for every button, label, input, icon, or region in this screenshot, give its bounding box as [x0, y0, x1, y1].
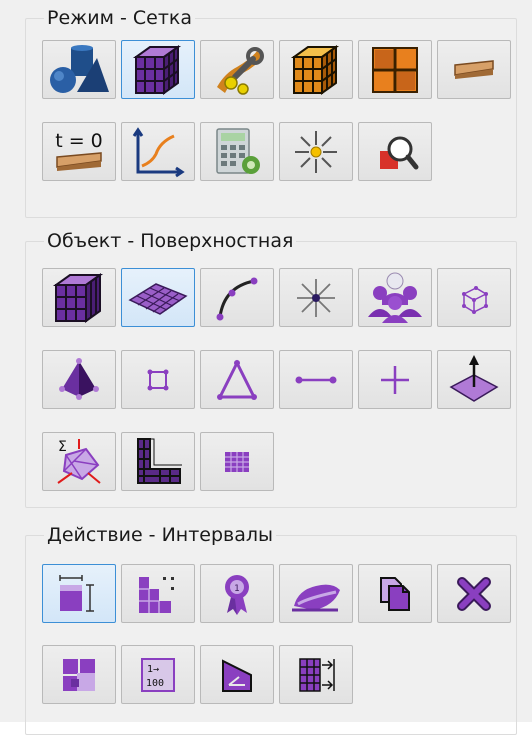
sun-burst-icon [295, 130, 337, 173]
group-object-button[interactable] [358, 268, 432, 327]
group-people-icon [368, 272, 422, 323]
node-star-icon [297, 278, 335, 317]
award-badge-icon: 1 [225, 574, 249, 615]
iron-smooth-icon [292, 584, 340, 611]
mesh-cube-icon [132, 44, 182, 95]
normal-direction-button[interactable] [437, 350, 511, 409]
initial-time-button[interactable]: t = 0 [42, 122, 116, 181]
award-button[interactable]: 1 [200, 564, 274, 623]
line-element-button[interactable] [279, 350, 353, 409]
quad-element-icon [147, 369, 169, 390]
stair-grid-icon [139, 576, 174, 613]
mesh-mode-button[interactable] [121, 40, 195, 99]
delete-button[interactable] [437, 564, 511, 623]
small-volume-button[interactable] [437, 268, 511, 327]
surface-mesh-icon [128, 282, 188, 315]
action-group-title: Действие - Интервалы [44, 524, 277, 546]
normal-arrow-icon [449, 354, 499, 402]
svg-text:1: 1 [234, 584, 240, 594]
interval-size-icon [59, 574, 94, 612]
tetrahedron-icon [59, 357, 99, 400]
beam-element-button[interactable] [437, 40, 511, 99]
tools-wrench-icon [217, 46, 264, 95]
triangle-element-icon [217, 359, 257, 400]
small-grid-icon [225, 451, 249, 472]
copy-pages-icon [380, 576, 410, 611]
curve-edge-icon [216, 277, 258, 320]
point-element-button[interactable] [358, 350, 432, 409]
node-object-button[interactable] [279, 268, 353, 327]
tri-element-button[interactable] [200, 350, 274, 409]
tetra-element-button[interactable] [42, 350, 116, 409]
corner-mesh-icon [137, 437, 182, 484]
copy-button[interactable] [358, 564, 432, 623]
quad-element-button[interactable] [121, 350, 195, 409]
split-block-icon [63, 658, 95, 691]
small-cube-icon [462, 285, 488, 314]
time-zero-label: t = 0 [55, 130, 103, 152]
surface-object-button[interactable] [121, 268, 195, 327]
inspect-button[interactable] [358, 122, 432, 181]
mode-group-title: Режим - Сетка [44, 7, 196, 29]
grid-arrows-icon [299, 657, 335, 692]
svg-text:Σ: Σ [58, 439, 67, 455]
split-block-button[interactable] [42, 645, 116, 704]
number-range-button[interactable]: 1→ 100 [121, 645, 195, 704]
stair-grid-button[interactable] [121, 564, 195, 623]
small-grid-button[interactable] [200, 432, 274, 491]
geometry-mode-button[interactable] [42, 40, 116, 99]
volume-mesh-icon [52, 272, 104, 323]
geometry-shapes-icon [50, 44, 109, 93]
calculator-gear-icon [216, 127, 260, 174]
number-range-icon: 1→ 100 [141, 657, 175, 692]
curve-object-button[interactable] [200, 268, 274, 327]
grid-frame-button[interactable] [358, 40, 432, 99]
sum-quality-icon: Σ [57, 438, 101, 484]
object-group-title: Объект - Поверхностная [44, 230, 297, 252]
angle-wedge-icon [222, 658, 252, 692]
line-element-icon [295, 376, 337, 383]
svg-text:1→: 1→ [147, 664, 159, 675]
volume-object-button[interactable] [42, 268, 116, 327]
grid-arrows-button[interactable] [279, 645, 353, 704]
grid-frame-icon [372, 46, 418, 93]
time-zero-icon: t = 0 [55, 130, 103, 171]
delete-x-icon [457, 576, 491, 611]
point-cross-icon [381, 365, 409, 394]
graph-curve-icon [132, 126, 185, 177]
tools-mode-button[interactable] [200, 40, 274, 99]
interval-size-button[interactable] [42, 564, 116, 623]
beam-bar-icon [454, 59, 494, 79]
corner-mesh-button[interactable] [121, 432, 195, 491]
orange-mesh-button[interactable] [279, 40, 353, 99]
orange-mesh-cube-icon [290, 44, 340, 95]
angle-wedge-button[interactable] [200, 645, 274, 704]
light-button[interactable] [279, 122, 353, 181]
svg-text:100: 100 [146, 678, 164, 689]
zoom-inspect-icon [380, 136, 419, 169]
mesh-toolbar-panel: Режим - Сетка t = 0 Объект - Поверхностн… [0, 0, 532, 735]
smooth-button[interactable] [279, 564, 353, 623]
graph-button[interactable] [121, 122, 195, 181]
calculator-button[interactable] [200, 122, 274, 181]
sum-quality-button[interactable]: Σ [42, 432, 116, 491]
